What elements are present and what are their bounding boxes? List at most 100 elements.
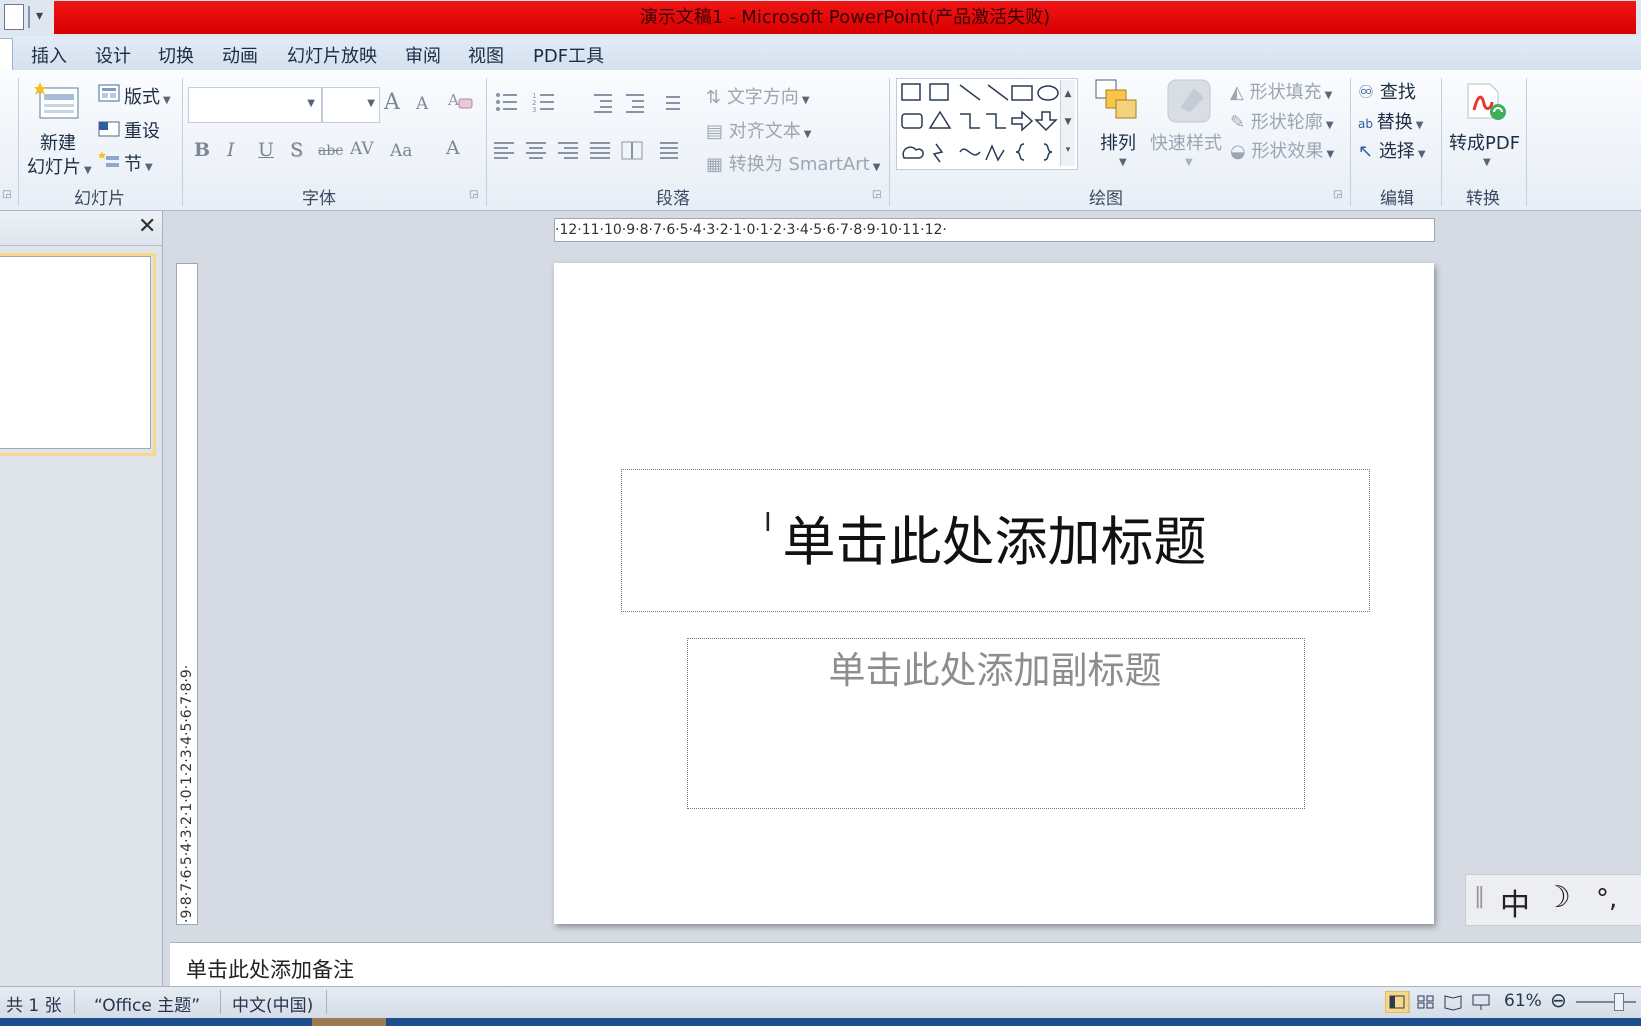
smartart-button[interactable]: ▦ 转换为 SmartArt ▼ [706,150,880,176]
align-text-label: 对齐文本 [728,121,801,142]
align-text-icon: ▤ [706,121,729,142]
change-case-button[interactable]: Aa [390,141,412,161]
theme-name[interactable]: “Office 主题” [94,991,200,1016]
chevron-down-icon: ▼ [84,165,92,176]
chevron-down-icon: ▼ [163,95,171,106]
quick-styles-button[interactable]: 快速样式 [1150,129,1222,155]
group-divider [889,78,890,206]
clear-formatting-icon[interactable]: A [447,89,475,113]
select-button[interactable]: ↖ 选择 ▼ [1358,137,1426,163]
shape-fill-button[interactable]: ◭ 形状填充 ▼ [1230,78,1332,104]
group-label-convert: 转换 [1466,189,1500,209]
new-slide-button[interactable]: 新建 [40,129,76,155]
chevron-down-icon: ▼ [367,98,375,109]
grow-font-button[interactable]: A [384,90,400,115]
slide-thumbnail[interactable] [0,256,151,449]
window-title: 演示文稿1 - Microsoft PowerPoint(产品激活失败) [54,1,1636,34]
font-name-combo[interactable]: ▼ [188,87,322,123]
layout-label: 版式 [124,87,160,108]
gallery-scroll[interactable]: ▲ ▼ ▾ [1060,80,1075,166]
find-label: 查找 [1379,82,1416,103]
status-separator [220,990,221,1014]
taskbar-strip [0,1018,1641,1026]
shape-fill-label: 形状填充 [1249,82,1322,103]
svg-text:A: A [447,91,459,109]
dialog-launcher-icon[interactable]: ◲ [469,189,478,200]
ime-punctuation[interactable]: °, [1596,884,1617,914]
zoom-slider-track[interactable] [1576,1001,1636,1003]
tab-view[interactable]: 视图 [468,42,504,68]
text-direction-button[interactable]: ⇅ 文字方向 ▼ [706,83,810,109]
zoom-out-icon[interactable]: ⊖ [1550,988,1567,1012]
chevron-down-icon: ▼ [1325,120,1334,131]
smartart-icon: ▦ [706,154,729,175]
find-button[interactable]: ♾ 查找 [1358,78,1416,104]
close-icon[interactable]: ✕ [138,214,156,239]
font-color-button[interactable]: A [446,137,460,159]
tab-transitions[interactable]: 切换 [158,42,194,68]
shrink-font-button[interactable]: A [416,94,428,114]
chevron-down-icon: ▼ [1119,157,1127,168]
tab-pdf-tools[interactable]: PDF工具 [533,42,604,68]
taskbar-item[interactable] [312,1018,386,1026]
font-size-combo[interactable]: ▼ [322,87,380,123]
zoom-slider-thumb[interactable] [1614,993,1624,1011]
group-divider [1441,78,1442,206]
select-label: 选择 [1378,141,1415,162]
tab-review[interactable]: 审阅 [405,42,441,68]
tab-insert[interactable]: 插入 [31,42,67,68]
language-indicator[interactable]: 中文(中国) [232,991,313,1016]
replace-label: 替换 [1376,112,1413,133]
notes-pane[interactable] [170,942,1641,987]
replace-button[interactable]: ab 替换 ▼ [1358,108,1424,134]
alignment-icons[interactable] [494,140,694,162]
arrange-button[interactable]: 排列 [1100,129,1136,155]
italic-button[interactable]: I [227,139,235,161]
align-text-button[interactable]: ▤ 对齐文本 ▼ [706,117,811,143]
text-direction-label: 文字方向 [726,87,799,108]
dialog-launcher-icon[interactable]: ◲ [872,189,881,200]
shape-outline-button[interactable]: ✎ 形状轮廓 ▼ [1230,108,1334,134]
char-spacing-button[interactable]: AV [350,139,374,159]
group-divider [1526,78,1527,206]
group-label-paragraph: 段落 [656,189,690,209]
dialog-launcher-icon[interactable]: ◲ [1333,189,1342,200]
tab-animations[interactable]: 动画 [222,42,258,68]
chevron-down-icon: ▼ [872,162,881,173]
layout-button[interactable]: 版式 ▼ [124,83,171,109]
text-cursor-icon: I [764,508,772,538]
section-button[interactable]: 节 ▼ [124,150,153,176]
horizontal-ruler[interactable]: ·12·11·10·9·8·7·6·5·4·3·2·1·0·1·2·3·4·5·… [554,218,1435,242]
group-label-drawing: 绘图 [1089,189,1123,209]
group-divider [486,78,487,206]
ime-grip-icon[interactable]: ‖ [1474,884,1485,909]
strikethrough-button[interactable]: abc [318,143,343,159]
dialog-launcher-icon[interactable]: ◲ [2,189,11,200]
tab-slideshow[interactable]: 幻灯片放映 [287,42,377,68]
reset-button[interactable]: 重设 [124,117,160,143]
zoom-level[interactable]: 61% [1504,991,1542,1011]
ime-mode-chinese[interactable]: 中 [1500,880,1530,924]
tab-home-partial[interactable] [0,38,13,72]
new-slide-label: 幻灯片 [27,157,81,178]
list-indent-icons[interactable]: 123 [494,90,694,114]
quick-access-dropdown-icon[interactable]: ▾ [36,8,43,24]
chevron-down-icon: ▼ [1326,149,1335,160]
bold-button[interactable]: B [194,139,210,161]
group-divider [18,78,19,206]
shape-effects-label: 形状效果 [1251,141,1324,162]
shape-effects-button[interactable]: ◒ 形状效果 ▼ [1230,137,1334,163]
new-slide-dropdown[interactable]: 幻灯片 ▼ [27,153,92,179]
tab-design[interactable]: 设计 [95,42,131,68]
chevron-down-icon: ▼ [145,162,153,173]
convert-pdf-button[interactable]: 转成PDF [1449,129,1520,155]
group-label-editing: 编辑 [1380,189,1414,209]
document-icon[interactable] [4,4,24,30]
shadow-button[interactable]: S [290,139,303,161]
reset-icon [98,121,120,137]
group-label-font: 字体 [302,189,336,209]
group-label-slides: 幻灯片 [74,189,125,209]
underline-button[interactable]: U [258,139,274,161]
moon-icon[interactable]: ☽ [1544,880,1571,915]
view-buttons[interactable] [1385,991,1495,1013]
